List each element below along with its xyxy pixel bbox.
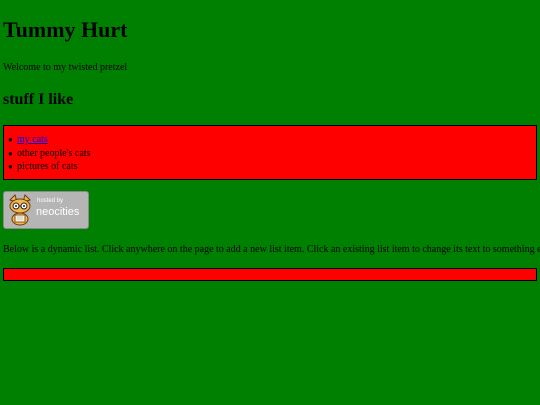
list-item: ● pictures of cats xyxy=(8,160,90,174)
list-item-label: pictures of cats xyxy=(17,161,78,172)
list-item-label: other people's cats xyxy=(17,147,91,159)
neocities-cat-icon xyxy=(9,194,31,226)
badge-brand-text: neocities xyxy=(36,206,80,218)
likes-list: ● my cats ● other people's cats ● pictures … xyxy=(8,133,90,174)
badge-hosted-text: hosted by xyxy=(37,198,64,204)
dynamic-list[interactable] xyxy=(3,268,537,281)
dynamic-list-instructions: Below is a dynamic list. Click anywhere … xyxy=(3,244,540,255)
likes-box: ● my cats ● other people's cats ● pictures … xyxy=(3,125,537,180)
welcome-text: Welcome to my twisted pretzel xyxy=(3,62,128,73)
bullet-icon: ● xyxy=(8,135,13,144)
list-item[interactable]: ● my cats xyxy=(8,133,90,147)
bullet-icon: ● xyxy=(8,148,13,158)
neocities-badge[interactable]: hosted by neocities xyxy=(3,191,89,229)
list-item: ● other people's cats xyxy=(8,147,90,161)
section-heading: stuff I like xyxy=(3,91,74,108)
page-title: Tummy Hurt xyxy=(3,17,128,42)
my-cats-link[interactable]: my cats xyxy=(17,134,48,145)
bullet-icon: ● xyxy=(8,162,13,171)
